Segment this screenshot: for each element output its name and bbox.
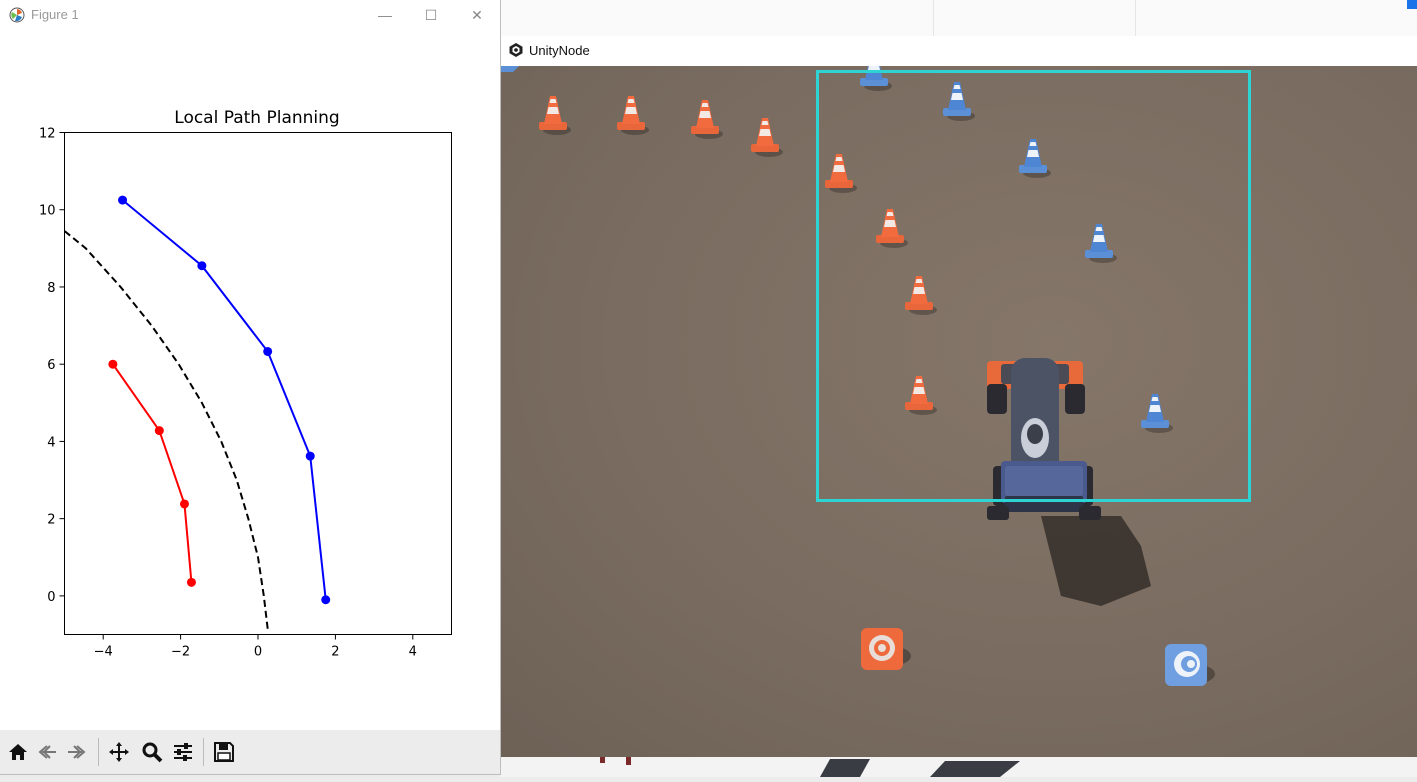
y-tick-label: 8 [47, 281, 55, 296]
data-point [197, 261, 207, 271]
toolbar-separator [98, 738, 99, 766]
orange-cone [876, 209, 908, 248]
x-tick-label: 2 [331, 645, 339, 660]
orange-cone [751, 118, 783, 157]
data-point [263, 346, 273, 356]
series-line-0 [121, 199, 327, 600]
figure-window-title: Figure 1 [31, 7, 79, 22]
save-icon[interactable] [211, 738, 237, 766]
data-point [321, 595, 331, 605]
x-tick-label: −4 [94, 645, 113, 660]
orange-cone [905, 376, 937, 415]
orange-cone [539, 96, 571, 135]
blue-cone [1019, 139, 1051, 178]
maximize-button[interactable]: ☐ [408, 0, 454, 30]
matplotlib-logo-icon [9, 7, 25, 28]
data-point [305, 451, 315, 461]
x-tick-label: 0 [254, 645, 262, 660]
pan-icon[interactable] [106, 738, 132, 766]
minimize-button[interactable]: — [362, 0, 408, 30]
data-point [179, 499, 189, 509]
back-icon[interactable] [34, 738, 60, 766]
orange-cone-near [861, 628, 911, 670]
background-blue-tab [1407, 0, 1417, 9]
data-point [154, 426, 164, 436]
data-point [118, 195, 128, 205]
forward-icon[interactable] [64, 738, 90, 766]
orange-cone [617, 96, 649, 135]
orange-cone [691, 100, 723, 139]
background-scene-strip [500, 757, 1417, 777]
plot-title: Local Path Planning [174, 108, 339, 128]
series-line-1 [112, 363, 193, 583]
unity-scene-view[interactable] [501, 66, 1417, 757]
blue-cone [943, 82, 975, 121]
blue-cone [860, 66, 892, 91]
orange-cone [905, 276, 937, 315]
y-tick-label: 6 [47, 358, 55, 373]
unity-window: UnityNode [500, 36, 1417, 757]
plot-canvas[interactable]: Local Path Planning −4 −2 0 2 4 0 2 4 6 8 10 12 [0, 30, 500, 730]
unity-titlebar[interactable]: UnityNode [501, 36, 1417, 66]
figure-window: Figure 1 — ☐ ✕ Local Path Planning −4 −2 0… [0, 0, 501, 775]
data-point [108, 359, 118, 369]
unity-window-title: UnityNode [529, 43, 590, 58]
y-tick-label: 4 [47, 435, 55, 450]
blue-cone [1141, 394, 1173, 433]
home-icon[interactable] [5, 738, 31, 766]
data-point [186, 577, 196, 587]
series-line-2 [64, 230, 269, 629]
figure-titlebar[interactable]: Figure 1 — ☐ ✕ [0, 0, 500, 30]
y-tick-label: 0 [47, 590, 55, 605]
close-button[interactable]: ✕ [454, 0, 500, 30]
background-window-strip [500, 0, 1417, 36]
figure-toolbar [0, 730, 500, 774]
x-tick-label: 4 [409, 645, 417, 660]
x-tick-label: −2 [171, 645, 190, 660]
zoom-icon[interactable] [139, 738, 165, 766]
y-tick-label: 12 [39, 127, 56, 142]
race-car [987, 358, 1101, 520]
toolbar-separator [203, 738, 204, 766]
y-tick-label: 10 [39, 204, 56, 219]
configure-subplots-icon[interactable] [170, 738, 196, 766]
y-tick-label: 2 [47, 513, 55, 528]
blue-cone-left-edge [501, 66, 519, 72]
orange-cone [825, 154, 857, 193]
blue-cone-near [1165, 644, 1215, 686]
unity-logo-icon [508, 42, 524, 63]
blue-cone [1085, 224, 1117, 263]
